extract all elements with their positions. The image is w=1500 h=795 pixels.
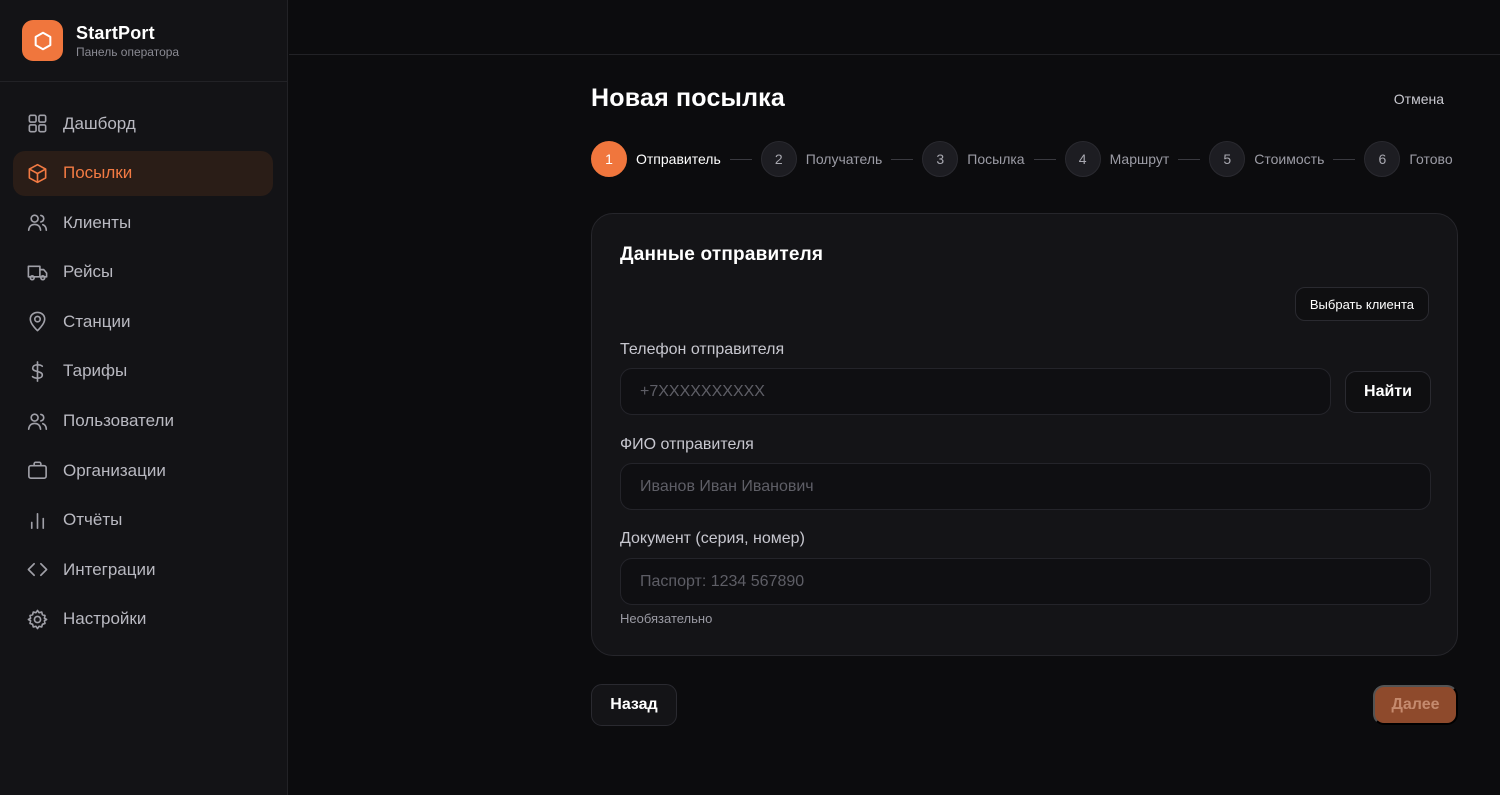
sidebar-item-parcels[interactable]: Посылки xyxy=(13,150,273,196)
map-pin-icon xyxy=(25,310,49,334)
phone-label: Телефон отправителя xyxy=(620,341,785,358)
step-connector xyxy=(1033,158,1056,160)
sidebar-item-integrations[interactable]: Интеграции xyxy=(13,547,273,592)
code-icon xyxy=(25,558,49,582)
step-number: 2 xyxy=(760,141,797,177)
step-parcel[interactable]: 3 Посылка xyxy=(922,141,1025,177)
phone-input[interactable] xyxy=(620,368,1331,415)
sidebar-nav: Дашборд Посылки Клиенты Рейсы Станции Та… xyxy=(0,82,287,642)
sidebar-item-label: Рейсы xyxy=(63,262,114,282)
find-button[interactable]: Найти xyxy=(1345,371,1431,413)
back-button[interactable]: Назад xyxy=(591,684,677,726)
sidebar-item-label: Отчёты xyxy=(63,510,123,530)
card-title: Данные отправителя xyxy=(620,244,824,265)
step-number: 5 xyxy=(1209,141,1246,177)
sidebar-item-label: Дашборд xyxy=(63,113,136,133)
bar-chart-icon xyxy=(25,508,49,532)
step-label: Отправитель xyxy=(636,151,721,167)
sidebar-item-label: Станции xyxy=(63,311,131,331)
step-connector xyxy=(1333,158,1356,160)
page-title: Новая посылка xyxy=(591,84,785,112)
sidebar-item-organizations[interactable]: Организации xyxy=(13,448,273,493)
fio-label: ФИО отправителя xyxy=(620,436,754,453)
document-hint: Необязательно xyxy=(620,611,713,626)
step-label: Получатель xyxy=(805,151,883,167)
sidebar-item-label: Посылки xyxy=(63,163,133,183)
sidebar-item-stations[interactable]: Станции xyxy=(13,299,273,344)
pick-client-button[interactable]: Выбрать клиента xyxy=(1294,287,1429,321)
sidebar-item-tariffs[interactable]: Тарифы xyxy=(13,349,273,394)
step-label: Маршрут xyxy=(1109,151,1170,167)
top-bar xyxy=(289,0,1500,55)
sidebar-item-trips[interactable]: Рейсы xyxy=(13,250,273,295)
step-number: 1 xyxy=(591,141,627,177)
sidebar-item-label: Организации xyxy=(63,460,166,480)
sidebar-item-label: Интеграции xyxy=(63,559,156,579)
users-icon xyxy=(25,211,49,235)
step-connector xyxy=(891,158,914,160)
app-root: StartPort Панель оператора Дашборд Посыл… xyxy=(0,0,1500,795)
step-connector xyxy=(1178,158,1201,160)
brand-subtitle: Панель оператора xyxy=(76,44,180,59)
sidebar: StartPort Панель оператора Дашборд Посыл… xyxy=(0,0,288,795)
step-done[interactable]: 6 Готово xyxy=(1364,141,1453,177)
brand-text: StartPort Панель оператора xyxy=(76,23,179,59)
dollar-icon xyxy=(25,359,49,383)
step-number: 6 xyxy=(1364,141,1401,177)
step-sender[interactable]: 1 Отправитель xyxy=(591,141,721,177)
box-icon xyxy=(25,161,49,185)
page-header: Новая посылка Отмена xyxy=(591,55,1458,143)
next-button[interactable]: Далее xyxy=(1373,685,1458,725)
cancel-link[interactable]: Отмена xyxy=(1394,91,1444,107)
form-actions: Назад Далее xyxy=(591,684,1458,764)
users-icon xyxy=(25,409,49,433)
gear-icon xyxy=(25,607,49,631)
step-route[interactable]: 4 Маршрут xyxy=(1064,141,1170,177)
sidebar-item-settings[interactable]: Настройки xyxy=(13,597,273,642)
briefcase-icon xyxy=(25,459,49,483)
stepper: 1 Отправитель 2 Получатель 3 Посылка 4 М… xyxy=(591,141,1458,177)
sender-form-card: Данные отправителя Выбрать клиента Телеф… xyxy=(591,213,1458,656)
sidebar-item-label: Тарифы xyxy=(63,361,128,381)
step-connector xyxy=(729,158,752,160)
main-content: Новая посылка Отмена 1 Отправитель 2 Пол… xyxy=(591,55,1458,764)
sidebar-item-clients[interactable]: Клиенты xyxy=(13,200,273,245)
step-label: Стоимость xyxy=(1254,151,1325,167)
step-label: Готово xyxy=(1409,151,1453,167)
sidebar-item-reports[interactable]: Отчёты xyxy=(13,498,273,543)
logo-hexagon-icon xyxy=(22,20,63,61)
brand: StartPort Панель оператора xyxy=(0,0,287,82)
sidebar-item-label: Клиенты xyxy=(63,212,132,232)
dashboard-icon xyxy=(25,112,49,136)
step-number: 4 xyxy=(1064,141,1101,177)
sidebar-item-dashboard[interactable]: Дашборд xyxy=(13,101,273,146)
sidebar-item-label: Настройки xyxy=(63,609,147,629)
step-cost[interactable]: 5 Стоимость xyxy=(1209,141,1324,177)
sidebar-item-users[interactable]: Пользователи xyxy=(13,399,273,444)
sidebar-item-label: Пользователи xyxy=(63,411,174,431)
step-label: Посылка xyxy=(967,151,1025,167)
step-recipient[interactable]: 2 Получатель xyxy=(760,141,883,177)
brand-name: StartPort xyxy=(76,22,155,43)
step-number: 3 xyxy=(922,141,959,177)
fio-input[interactable] xyxy=(620,463,1431,510)
document-label: Документ (серия, номер) xyxy=(620,530,805,547)
truck-icon xyxy=(25,260,49,284)
document-input[interactable] xyxy=(620,558,1431,605)
